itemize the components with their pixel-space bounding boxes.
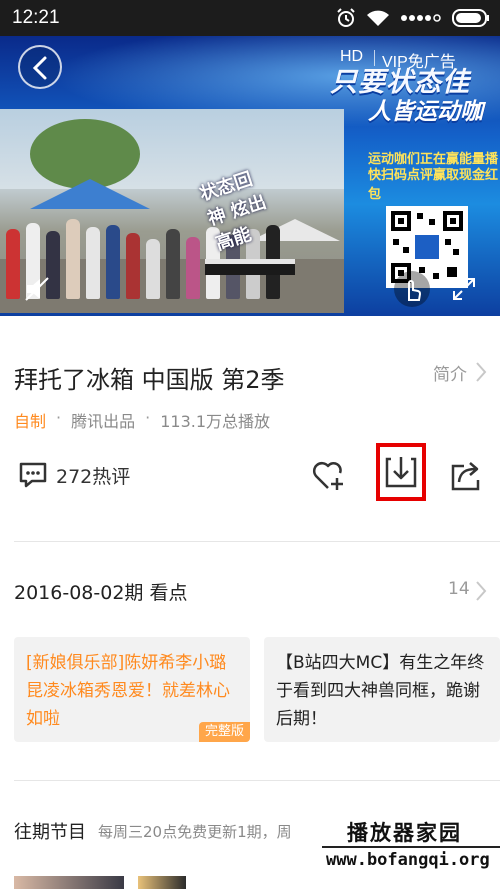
divider [14,541,500,542]
vip-ad-free-button[interactable]: VIP免广告 [374,48,456,72]
highlights-count[interactable]: 14 [448,579,470,599]
intro-link[interactable]: 简介 [433,360,467,385]
favorite-add-icon[interactable] [311,458,347,492]
piano [205,259,295,275]
status-time: 12:21 [12,7,60,28]
back-icon [32,56,47,80]
meta-separator: · [145,408,151,427]
quality-button[interactable]: HD [340,48,363,66]
show-meta: 自制 · 腾讯出品 · 113.1万总播放 [14,408,270,432]
mute-icon[interactable] [24,276,52,302]
video-player[interactable]: 状态回神 炫出高能 只要状态佳 人皆运动咖 HD VIP免广告 运动咖们正在赢能… [0,36,500,316]
chevron-right-icon[interactable] [474,361,488,383]
share-icon[interactable] [450,458,482,492]
highlight-card-text: [新娘俱乐部]陈妍希李小璐昆凌冰箱秀恩爱！就差林心如啦 [26,653,230,729]
download-icon [385,457,417,488]
download-button[interactable] [376,443,426,501]
episode-thumbnail[interactable] [138,876,186,889]
status-icons [336,7,490,29]
battery-icon [452,9,489,27]
episode-thumbnail[interactable] [14,876,124,889]
divider [14,780,500,781]
comments-count: 272热评 [56,465,131,488]
past-episodes-schedule: 每周三20点免费更新1期，周 [98,823,292,841]
highlight-card[interactable]: 【B站四大MC】有生之年终于看到四大神兽同框，跪谢后期！ [264,637,500,742]
play-count: 113.1万总播放 [160,412,271,431]
self-made-badge: 自制 [14,412,47,431]
comment-icon [19,462,47,488]
touch-button[interactable] [394,271,430,307]
alarm-icon [337,8,355,27]
fullscreen-icon[interactable] [452,277,476,301]
highlight-card[interactable]: [新娘俱乐部]陈妍希李小璐昆凌冰箱秀恩爱！就差林心如啦 完整版 [14,637,250,742]
touch-icon [408,280,421,301]
comments-button[interactable]: 272热评 [18,461,130,489]
back-button[interactable] [18,45,62,89]
watermark-title: 播放器家园 [347,821,462,845]
ad-slogan-line2: 人皆运动咖 [368,99,483,125]
highlight-card-text: 【B站四大MC】有生之年终于看到四大神兽同框，跪谢后期！ [276,653,485,729]
producer-label: 腾讯出品 [71,412,136,431]
ad-side-text-line2: 快扫码点评赢取现金红包 [368,168,499,202]
meta-separator: · [56,408,62,427]
status-bar: 12:21 [0,0,500,36]
highlights-heading: 2016-08-02期 看点 [14,582,188,604]
wifi-icon [367,10,389,26]
past-episodes-heading: 往期节目 [14,822,86,843]
chevron-right-icon[interactable] [474,580,488,602]
full-version-badge: 完整版 [198,722,250,742]
watermark-rule [322,846,500,848]
watermark-url: www.bofangqi.org [326,850,490,870]
signal-dots-icon [401,14,441,22]
show-title: 拜托了冰箱 中国版 第2季 [14,366,285,394]
